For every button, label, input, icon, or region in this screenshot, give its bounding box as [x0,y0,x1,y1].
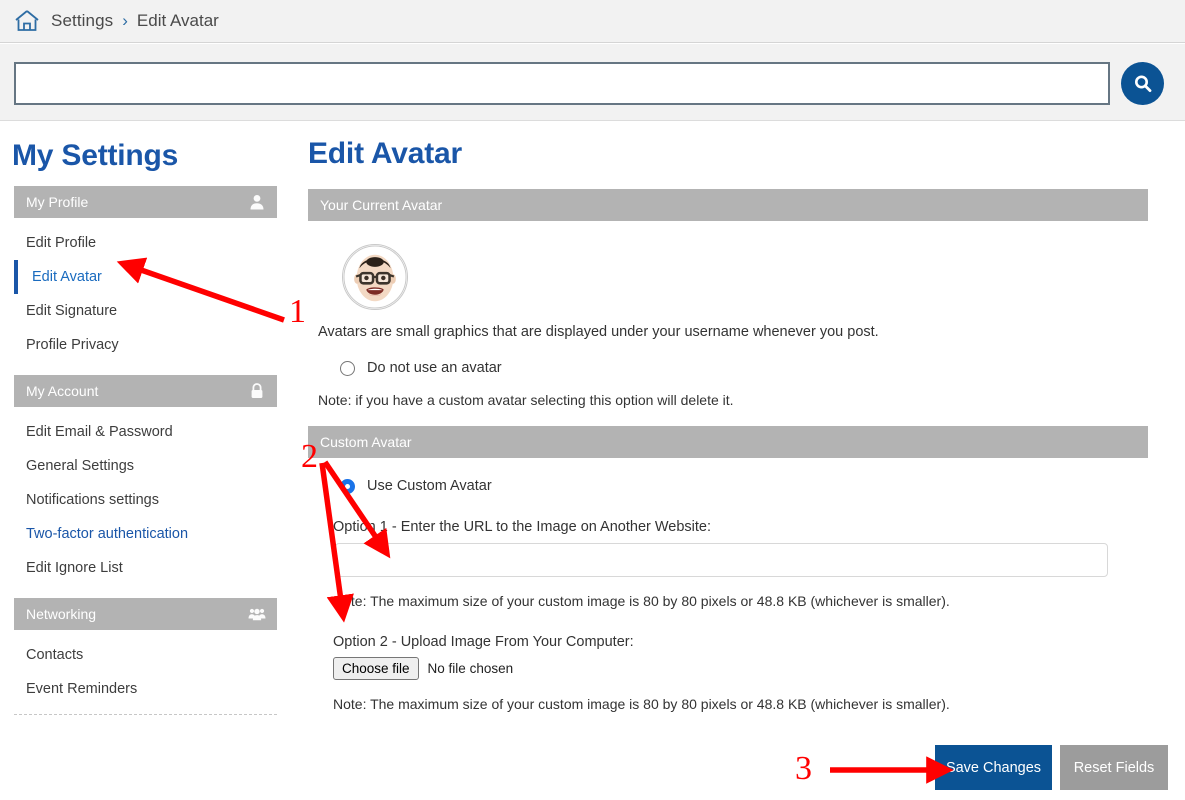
sidebar-item-profile-privacy[interactable]: Profile Privacy [14,328,277,362]
home-icon[interactable] [14,9,40,33]
file-upload-row: Choose file No file chosen [308,657,1168,680]
sidebar-group-my-profile: My Profile [14,186,277,218]
section-header-label: Your Current Avatar [320,197,443,213]
section-header-label: Custom Avatar [320,434,412,450]
sidebar-item-edit-avatar[interactable]: Edit Avatar [14,260,277,294]
sidebar-item-edit-profile[interactable]: Edit Profile [14,226,277,260]
sidebar: My Settings My Profile Edit Profile Edit… [0,121,300,715]
sidebar-item-label: Profile Privacy [26,337,119,353]
use-custom-avatar-label: Use Custom Avatar [367,478,492,494]
sidebar-item-label: Event Reminders [26,681,138,697]
no-avatar-option-row[interactable]: Do not use an avatar [308,360,1168,376]
option2-note: Note: The maximum size of your custom im… [333,696,950,712]
sidebar-item-two-factor-authentication[interactable]: Two-factor authentication [14,517,277,551]
sidebar-group-networking: Networking [14,598,277,630]
sidebar-item-event-reminders[interactable]: Event Reminders [14,672,277,706]
option1-label: Option 1 - Enter the URL to the Image on… [333,519,712,535]
sidebar-group-label: Networking [26,606,97,622]
avatar-container [308,221,1168,310]
sidebar-item-label: Edit Ignore List [26,560,123,576]
sidebar-item-contacts[interactable]: Contacts [14,638,277,672]
search-bar [0,44,1185,121]
no-avatar-radio[interactable] [340,360,355,376]
option1-note: Note: The maximum size of your custom im… [333,593,950,609]
sidebar-group-label: My Profile [26,194,89,210]
sidebar-item-label: Edit Profile [26,235,97,251]
avatar-description: Avatars are small graphics that are disp… [318,324,879,340]
breadcrumb-item-edit-avatar: Edit Avatar [136,11,219,30]
sidebar-group-my-account: My Account [14,375,277,407]
option2-label: Option 2 - Upload Image From Your Comput… [333,634,634,650]
annotation-marker-2: 2 [301,438,318,475]
main-content: Edit Avatar Your Current Avatar Avatars … [308,121,1168,712]
no-avatar-note: Note: if you have a custom avatar select… [318,392,734,408]
form-actions: Save Changes Reset Fields [935,745,1168,790]
page-title: Edit Avatar [308,137,462,170]
lock-icon [251,383,263,398]
sidebar-item-general-settings[interactable]: General Settings [14,449,277,483]
people-group-icon [248,608,266,621]
save-changes-button[interactable]: Save Changes [935,745,1052,790]
sidebar-item-label: Two-factor authentication [26,526,189,542]
use-custom-avatar-radio[interactable] [340,478,355,494]
section-header-current-avatar: Your Current Avatar [308,189,1148,221]
search-input[interactable] [14,62,1110,105]
reset-fields-button[interactable]: Reset Fields [1060,745,1168,790]
sidebar-item-label: Edit Email & Password [26,424,173,440]
sidebar-item-notifications-settings[interactable]: Notifications settings [14,483,277,517]
breadcrumb-separator-icon: › [122,11,128,30]
sidebar-item-label: Notifications settings [26,492,159,508]
page-root: Settings › Edit Avatar My Settings My Pr… [0,0,1185,800]
breadcrumb: Settings › Edit Avatar [0,0,1185,43]
annotation-marker-1: 1 [289,293,306,330]
sidebar-item-edit-email-password[interactable]: Edit Email & Password [14,415,277,449]
sidebar-item-edit-ignore-list[interactable]: Edit Ignore List [14,551,277,585]
person-icon [250,195,264,210]
search-icon [1134,75,1151,92]
avatar-url-input[interactable] [335,543,1108,577]
choose-file-button[interactable]: Choose file [333,657,419,680]
file-status-label: No file chosen [427,661,514,676]
search-button[interactable] [1121,62,1164,105]
section-header-custom-avatar: Custom Avatar [308,426,1148,458]
sidebar-group-label: My Account [26,383,99,399]
sidebar-item-label: General Settings [26,458,135,474]
sidebar-item-label: Contacts [26,647,84,663]
sidebar-title: My Settings [12,139,179,172]
breadcrumb-item-settings[interactable]: Settings [51,11,113,31]
no-avatar-label: Do not use an avatar [367,360,502,376]
sidebar-divider [14,714,277,715]
use-custom-avatar-option-row[interactable]: Use Custom Avatar [308,478,1168,494]
sidebar-item-edit-signature[interactable]: Edit Signature [14,294,277,328]
sidebar-item-label: Edit Avatar [32,269,102,285]
avatar [342,244,408,310]
sidebar-item-label: Edit Signature [26,303,118,319]
annotation-marker-3: 3 [795,750,812,787]
